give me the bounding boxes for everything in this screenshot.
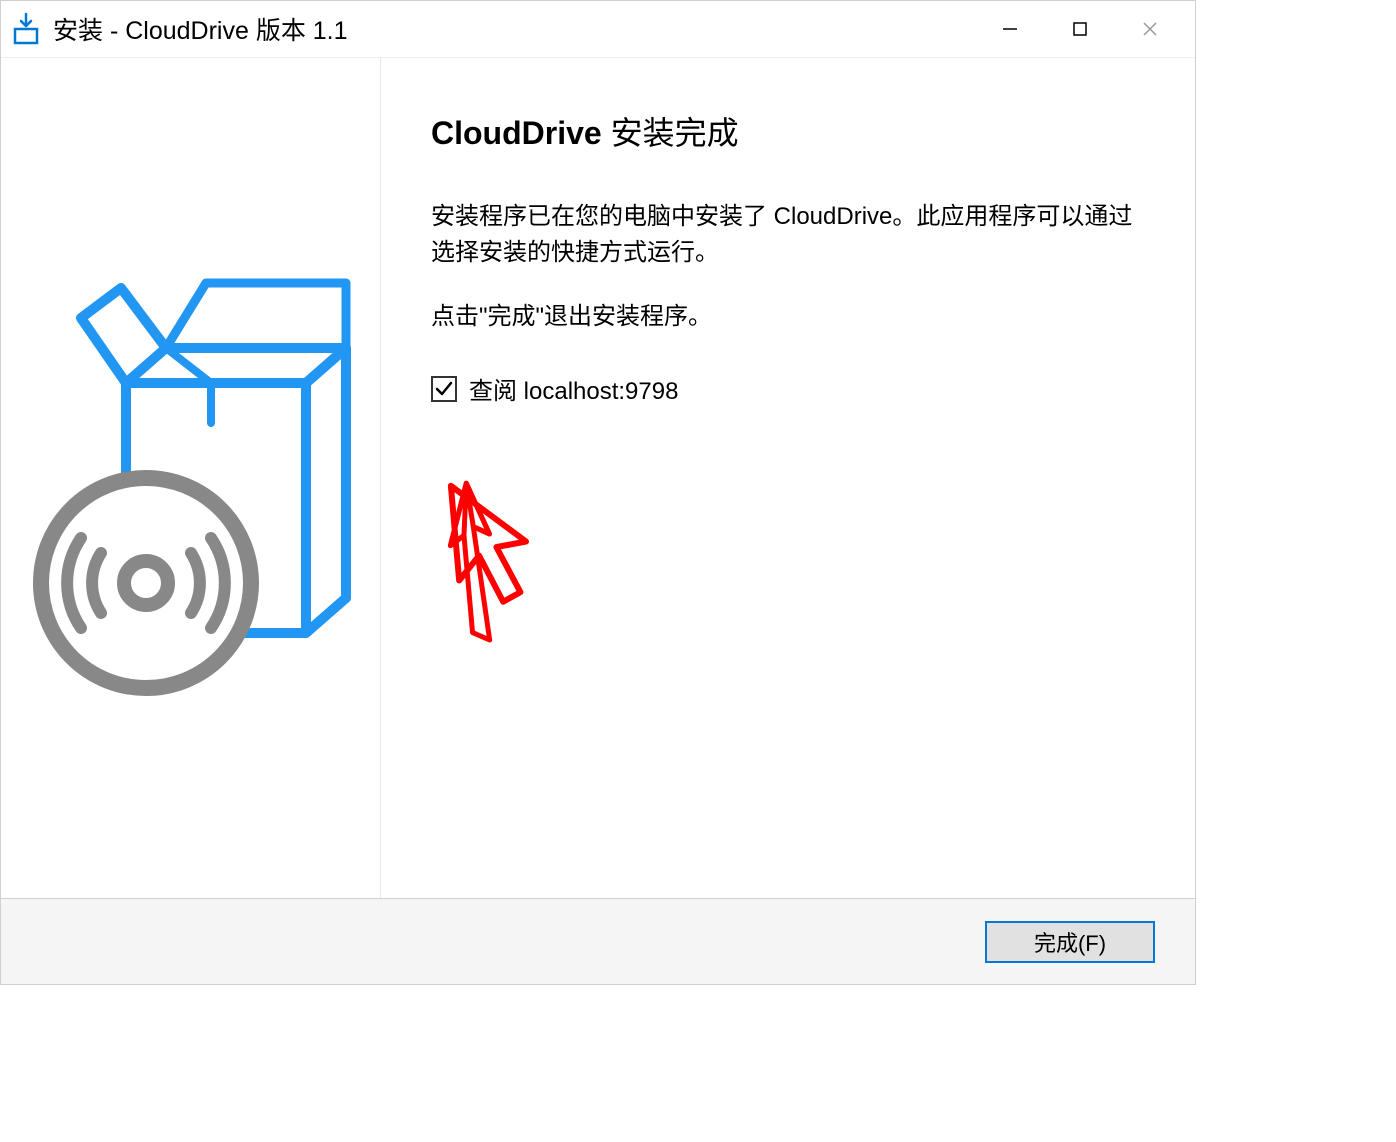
- heading-status: 安装完成: [602, 115, 739, 151]
- minimize-button[interactable]: [975, 1, 1045, 57]
- page-heading: CloudDrive 安装完成: [431, 108, 1155, 154]
- titlebar: 安装 - CloudDrive 版本 1.1: [1, 1, 1195, 57]
- checkmark-icon: [435, 380, 453, 398]
- view-localhost-checkbox[interactable]: [431, 376, 457, 402]
- installer-sidebar-image: [1, 58, 381, 898]
- content-area: CloudDrive 安装完成 安装程序已在您的电脑中安装了 CloudDriv…: [1, 57, 1195, 898]
- main-content: CloudDrive 安装完成 安装程序已在您的电脑中安装了 CloudDriv…: [381, 58, 1195, 898]
- checkbox-row: 查阅 localhost:9798: [431, 371, 1155, 406]
- window-title: 安装 - CloudDrive 版本 1.1: [53, 11, 975, 47]
- finish-button[interactable]: 完成(F): [985, 921, 1155, 963]
- checkbox-label: 查阅 localhost:9798: [469, 371, 678, 406]
- exit-instruction-text: 点击"完成"退出安装程序。: [431, 299, 1155, 335]
- box-disc-icon: [26, 253, 356, 703]
- heading-product-name: CloudDrive: [431, 115, 602, 151]
- close-button[interactable]: [1115, 1, 1185, 57]
- installer-window: 安装 - CloudDrive 版本 1.1: [0, 0, 1196, 985]
- window-controls: [975, 1, 1185, 57]
- maximize-button[interactable]: [1045, 1, 1115, 57]
- window-icon: [11, 11, 47, 47]
- install-complete-text: 安装程序已在您的电脑中安装了 CloudDrive。此应用程序可以通过选择安装的…: [431, 199, 1155, 271]
- footer: 完成(F): [1, 898, 1195, 984]
